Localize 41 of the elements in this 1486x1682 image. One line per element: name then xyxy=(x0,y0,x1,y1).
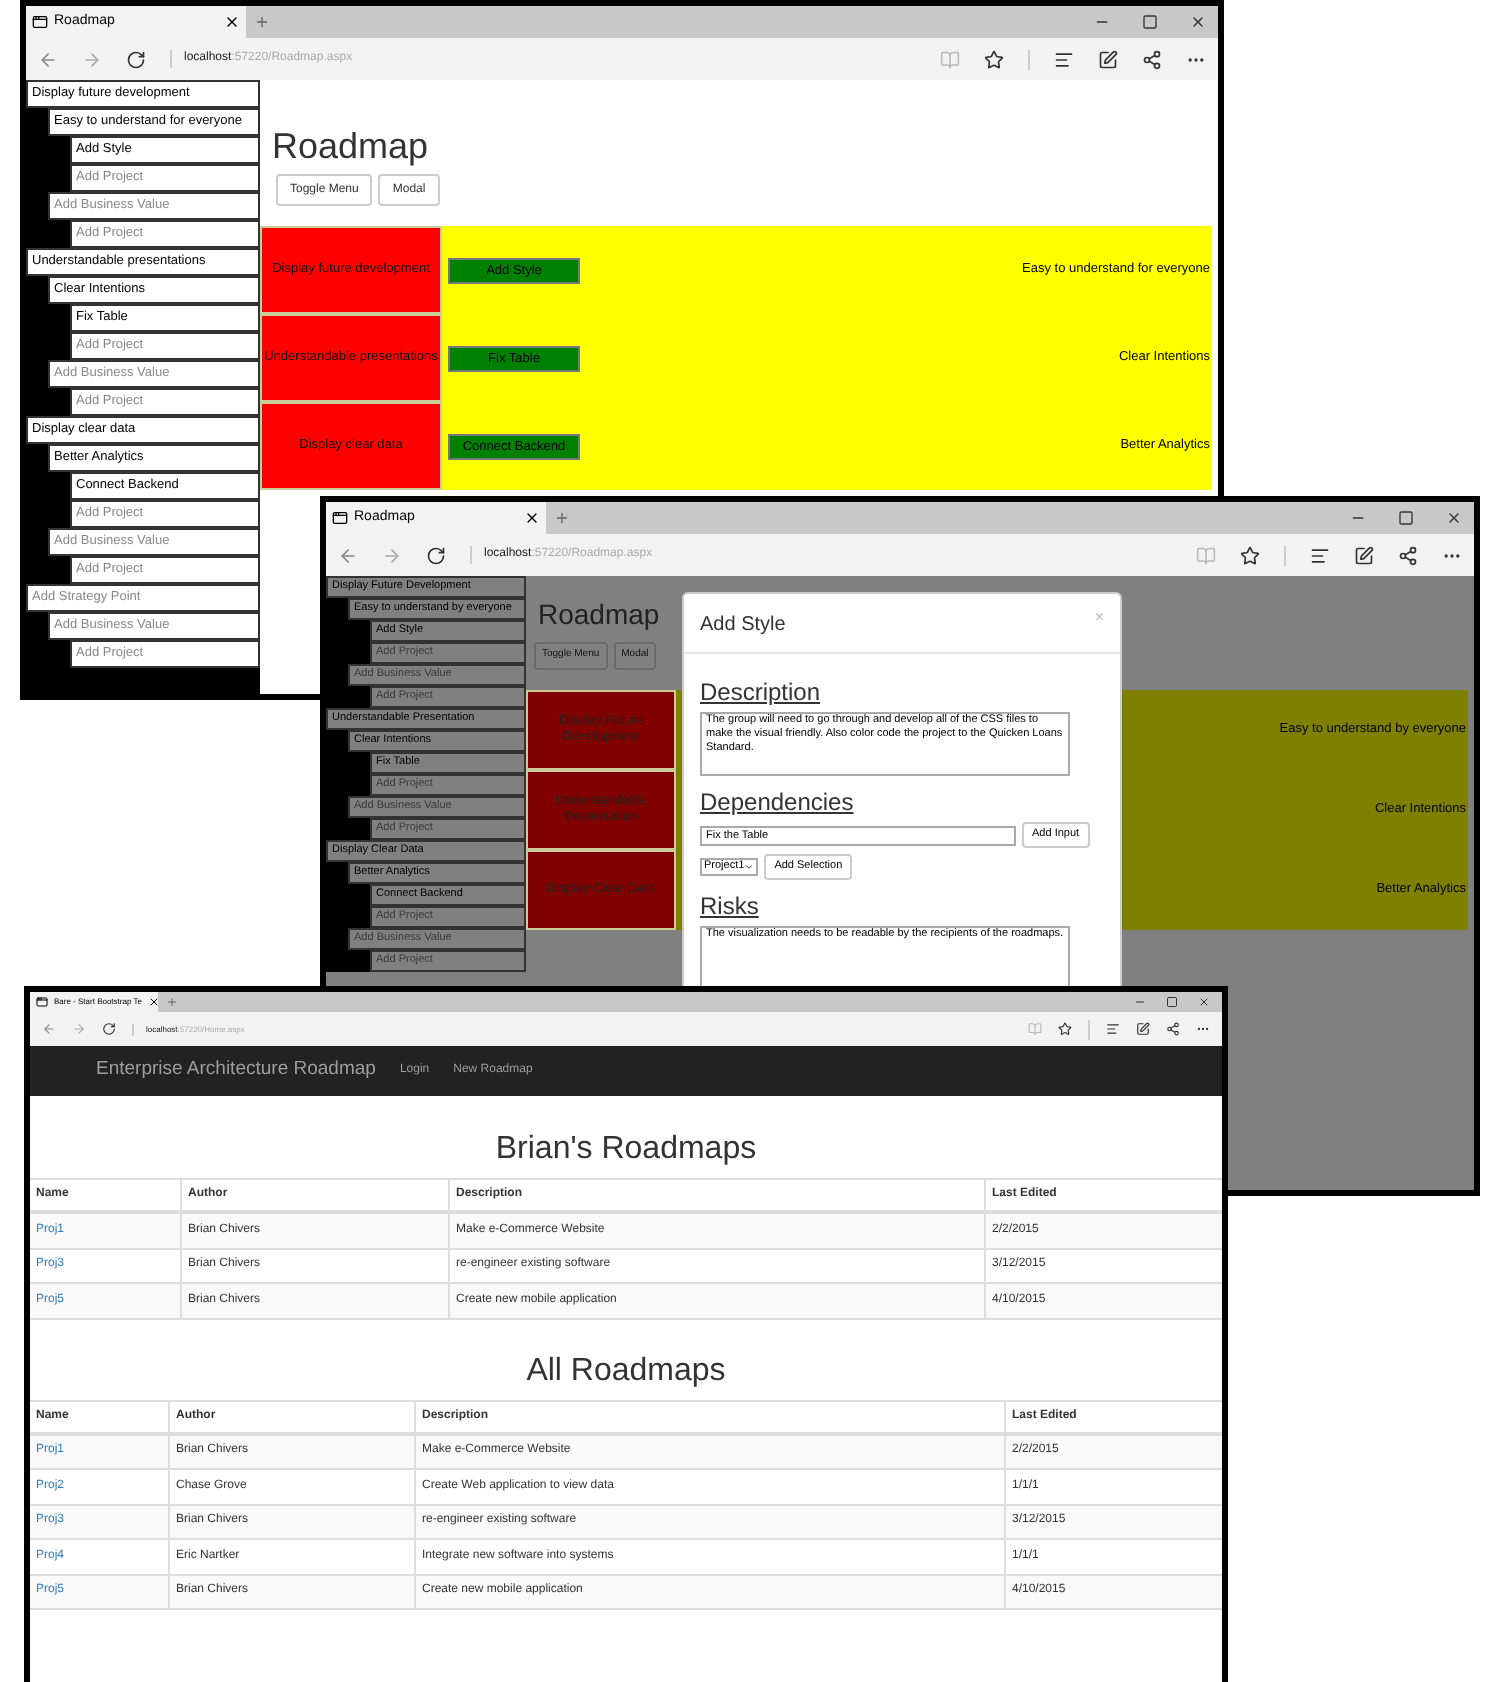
refresh-icon[interactable] xyxy=(426,545,446,565)
brand-text[interactable]: Enterprise Architecture Roadmap xyxy=(96,1056,376,1086)
share-icon[interactable] xyxy=(1166,1022,1180,1036)
favorite-star-icon[interactable] xyxy=(1058,1022,1072,1036)
page-icon xyxy=(36,996,48,1008)
favorite-star-icon[interactable] xyxy=(984,49,1004,69)
modal-title: Add Style xyxy=(700,612,786,640)
page-heading: Roadmap xyxy=(536,596,660,634)
close-icon[interactable] xyxy=(147,996,160,1008)
more-icon[interactable] xyxy=(1196,1022,1210,1036)
refresh-icon[interactable] xyxy=(102,1022,116,1036)
section-title: All Roadmaps xyxy=(524,1351,728,1391)
section-heading: Risks xyxy=(700,892,761,920)
close-icon[interactable] xyxy=(224,14,240,30)
close-icon[interactable] xyxy=(1190,14,1206,30)
section-heading: Description xyxy=(700,678,823,706)
note-icon[interactable] xyxy=(1098,49,1118,69)
hub-icon[interactable] xyxy=(1054,49,1074,69)
hub-icon[interactable] xyxy=(1106,1022,1120,1036)
back-icon[interactable] xyxy=(38,49,58,69)
page-icon xyxy=(332,510,348,526)
back-icon[interactable] xyxy=(338,545,358,565)
close-icon[interactable] xyxy=(1198,996,1210,1008)
dropdown-chevron-icon xyxy=(744,862,755,872)
section-heading: Dependencies xyxy=(700,788,856,816)
close-icon[interactable] xyxy=(1446,510,1462,526)
back-icon[interactable] xyxy=(42,1022,56,1036)
page-icon xyxy=(32,14,48,30)
section-title: Brian's Roadmaps xyxy=(493,1130,759,1170)
maximize-icon[interactable] xyxy=(1166,996,1178,1008)
refresh-icon[interactable] xyxy=(126,49,146,69)
share-icon[interactable] xyxy=(1142,49,1162,69)
page-heading: Roadmap xyxy=(270,124,429,168)
maximize-icon[interactable] xyxy=(1398,510,1414,526)
hub-icon[interactable] xyxy=(1310,545,1330,565)
share-icon[interactable] xyxy=(1398,545,1418,565)
note-icon[interactable] xyxy=(1354,545,1374,565)
note-icon[interactable] xyxy=(1136,1022,1150,1036)
favorite-star-icon[interactable] xyxy=(1240,545,1260,565)
close-icon[interactable] xyxy=(524,510,540,526)
maximize-icon[interactable] xyxy=(1142,14,1158,30)
